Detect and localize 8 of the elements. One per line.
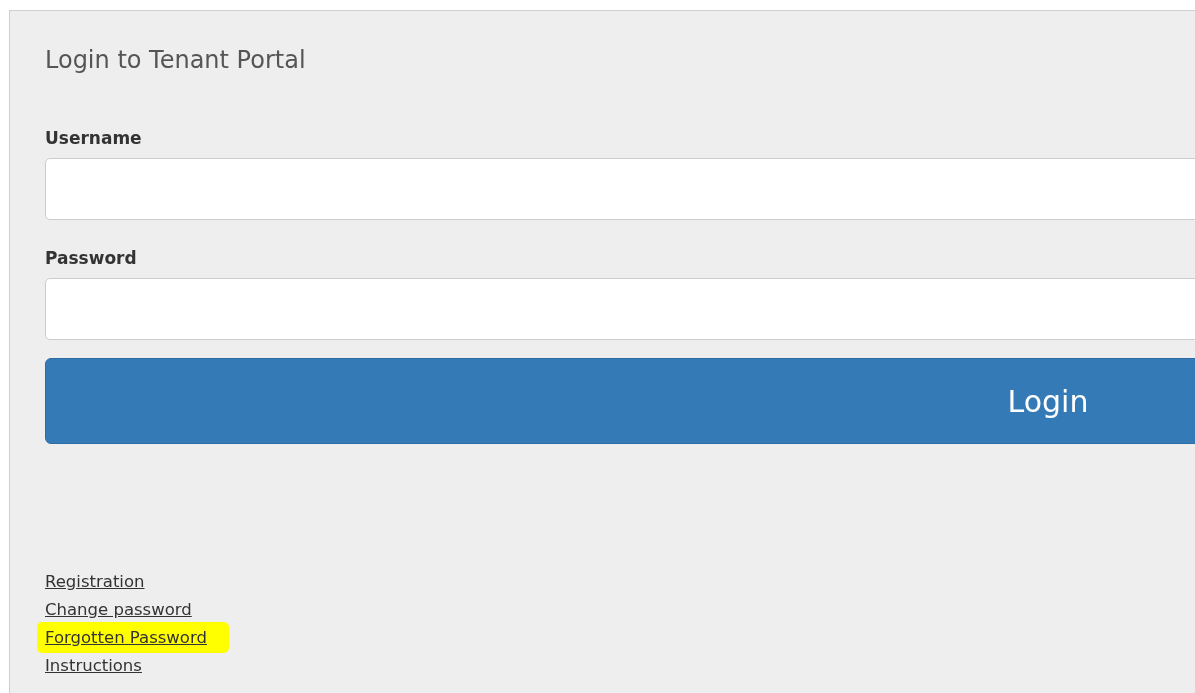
link[interactable]: Change password — [45, 596, 192, 623]
link[interactable]: Registration — [45, 568, 145, 595]
link[interactable]: Instructions — [45, 652, 142, 679]
page-title: Login to Tenant Portal — [45, 45, 307, 75]
login-button[interactable]: Login — [45, 358, 1195, 444]
link[interactable]: Forgotten Password — [37, 622, 229, 653]
field-label: Password — [45, 247, 138, 270]
field-label: Username — [45, 127, 143, 150]
